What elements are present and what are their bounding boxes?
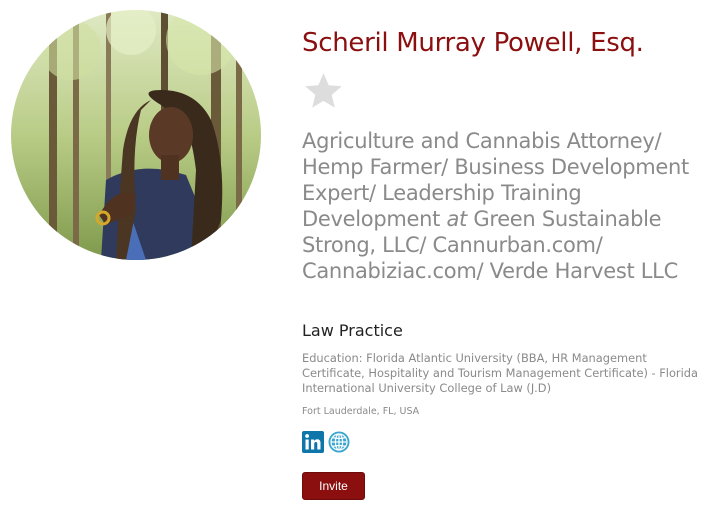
globe-icon[interactable] — [328, 431, 350, 453]
headline-at: at — [446, 207, 467, 231]
profile-headline: Agriculture and Cannabis Attorney/ Hemp … — [302, 128, 702, 284]
star-icon[interactable] — [302, 70, 345, 113]
profile-photo-image — [11, 10, 261, 260]
practice-area: Law Practice — [302, 321, 403, 340]
linkedin-icon[interactable] — [302, 431, 324, 453]
profile-name: Scheril Murray Powell, Esq. — [302, 28, 644, 58]
location-text: Fort Lauderdale, FL, USA — [302, 406, 420, 417]
education-text: Education: Florida Atlantic University (… — [302, 351, 698, 395]
profile-photo — [11, 10, 261, 260]
social-links — [302, 431, 350, 453]
invite-button[interactable]: Invite — [302, 472, 365, 500]
